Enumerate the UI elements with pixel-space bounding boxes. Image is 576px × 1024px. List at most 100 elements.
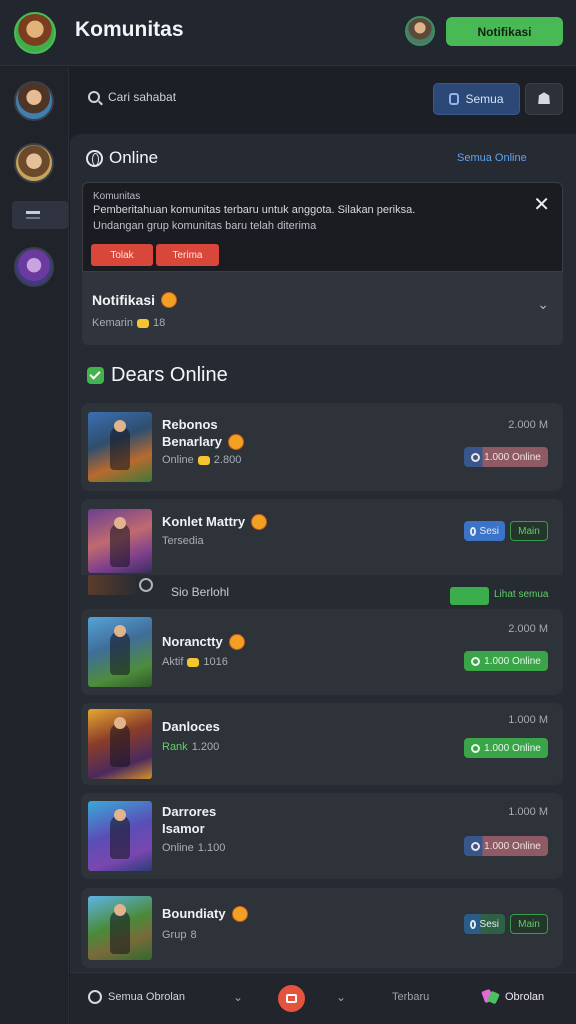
friend-row[interactable]: Noranctty Aktif 1016 2.000 M 1.000 Onlin… — [81, 609, 563, 695]
play-pill[interactable]: Main — [510, 914, 548, 934]
filter-button[interactable]: Semua — [433, 83, 520, 115]
see-all-online-link[interactable]: Semua Online — [457, 152, 527, 164]
chevron-down-icon[interactable]: ⌄ — [537, 296, 549, 313]
status-dot-icon — [471, 841, 481, 851]
notification-sub: Kemarin 18 — [92, 317, 165, 329]
friend-coins: 2.800 — [213, 454, 242, 466]
session-pill-label: Sesi — [479, 918, 499, 930]
notice-detail: Undangan grup komunitas baru telah diter… — [93, 220, 317, 232]
recent-tab[interactable]: Terbaru — [392, 991, 429, 1003]
divider-link[interactable]: Lihat semua — [494, 589, 548, 600]
rail-chat-button[interactable] — [12, 201, 68, 229]
messages-tab[interactable]: Obrolan — [505, 991, 544, 1003]
people-button[interactable]: ☗ — [525, 83, 563, 115]
divider-thumb — [88, 575, 136, 595]
friend-name: Danloces — [162, 719, 220, 734]
friend-avatar — [88, 412, 152, 482]
session-pill-label: Sesi — [479, 525, 499, 537]
server-rail — [0, 67, 69, 1024]
notification-card[interactable]: Notifikasi Kemarin 18 ⌄ — [82, 272, 563, 345]
rail-avatar-2[interactable] — [14, 143, 54, 183]
friend-name-line2: Isamor — [162, 821, 205, 836]
compose-button[interactable] — [278, 985, 305, 1012]
notice-message: Pemberitahuan komunitas terbaru untuk an… — [93, 204, 416, 216]
friend-time: 2.000 M — [508, 419, 548, 431]
search-bar[interactable]: Cari sahabat — [88, 90, 176, 104]
friend-name: Konlet Mattry — [162, 513, 268, 530]
chats-icon[interactable] — [88, 990, 102, 1004]
globe-icon — [86, 149, 103, 167]
friend-name: Noranctty — [162, 633, 245, 650]
friend-coins: 8 — [190, 929, 197, 941]
friend-pill-label: 1.000 Online — [484, 742, 541, 754]
session-pill[interactable]: Sesi — [464, 521, 505, 541]
status-dot-icon — [471, 452, 481, 462]
friend-row[interactable]: Boundiaty Grup 8 Sesi Main — [81, 888, 563, 968]
people-icon: ☗ — [536, 91, 552, 108]
status-dot-icon — [470, 526, 476, 536]
bottom-bar: Semua Obrolan ⌄ ⌄ Terbaru Obrolan — [70, 972, 576, 1024]
app-logo-icon[interactable] — [14, 12, 56, 54]
friend-status-text: Aktif — [162, 656, 184, 668]
friend-coins: 1.100 — [197, 842, 226, 854]
friend-status: Online 2.800 — [162, 454, 241, 466]
friend-avatar — [88, 801, 152, 871]
accept-button[interactable]: Terima — [156, 244, 219, 266]
friends-title-text: Dears Online — [111, 364, 228, 386]
rail-avatar-3[interactable] — [14, 247, 54, 287]
rail-avatar-1[interactable] — [14, 81, 54, 121]
notifications-button[interactable]: Notifikasi — [446, 17, 563, 46]
chevron-down-icon[interactable]: ⌄ — [233, 990, 243, 1004]
friend-name-line1: Rebonos — [162, 417, 218, 432]
divider-icon — [139, 578, 153, 592]
close-icon[interactable]: ✕ — [533, 195, 550, 215]
friend-status-text: Grup — [162, 929, 187, 941]
friend-name-line2: Benarlary — [162, 434, 222, 449]
friend-pill-label: 1.000 Online — [484, 840, 541, 852]
decline-button[interactable]: Tolak — [91, 244, 153, 266]
coin-icon — [187, 657, 200, 667]
friend-status: Rank 1.200 — [162, 741, 219, 753]
online-title-text: Online — [109, 148, 159, 167]
friend-action-pill[interactable]: 1.000 Online — [464, 836, 548, 856]
friend-status: Tersedia — [162, 535, 204, 547]
filter-label: Semua — [465, 92, 504, 106]
status-dot-icon — [471, 743, 481, 753]
all-chats-label[interactable]: Semua Obrolan — [108, 991, 185, 1003]
notification-count: 18 — [152, 317, 166, 329]
divider-toggle[interactable] — [450, 587, 489, 605]
coin-icon — [136, 318, 149, 328]
friend-coins: 1.200 — [191, 741, 220, 753]
friend-status: Aktif 1016 — [162, 656, 228, 668]
search-icon — [88, 91, 100, 103]
friend-name-line1: Noranctty — [162, 634, 223, 649]
friend-action-pill[interactable]: 1.000 Online — [464, 447, 548, 467]
friend-row[interactable]: Darrores Isamor Online 1.100 1.000 M 1.0… — [81, 793, 563, 879]
friend-avatar — [88, 509, 152, 573]
filter-icon — [449, 93, 460, 105]
notice-heading: Komunitas — [93, 191, 141, 202]
friend-action-pill[interactable]: 1.000 Online — [464, 738, 548, 758]
emoji-icon — [227, 433, 244, 450]
friend-action-pill[interactable]: 1.000 Online — [464, 651, 548, 671]
session-pill[interactable]: Sesi — [464, 914, 505, 934]
check-icon — [87, 367, 104, 384]
chat-icon — [26, 211, 40, 219]
friend-row[interactable]: Konlet Mattry Tersedia Sesi Main — [81, 499, 563, 575]
friend-avatar — [88, 617, 152, 687]
chevron-down-icon[interactable]: ⌄ — [336, 990, 346, 1004]
status-dot-icon — [471, 656, 481, 666]
friend-status-text: Tersedia — [162, 535, 204, 547]
friend-avatar — [88, 709, 152, 779]
play-pill[interactable]: Main — [510, 521, 548, 541]
friend-row[interactable]: Danloces Rank 1.200 1.000 M 1.000 Online — [81, 703, 563, 785]
user-avatar[interactable] — [405, 16, 435, 46]
notification-name-text: Notifikasi — [92, 292, 156, 308]
status-dot-icon — [470, 919, 476, 929]
friend-pill-label: 1.000 Online — [484, 451, 541, 463]
friend-time: 1.000 M — [508, 806, 548, 818]
friend-time: 2.000 M — [508, 623, 548, 635]
friend-row[interactable]: Rebonos Benarlary Online 2.800 2.000 M 1… — [81, 403, 563, 491]
friend-name: Rebonos Benarlary — [162, 416, 244, 450]
search-label: Cari sahabat — [108, 90, 177, 104]
